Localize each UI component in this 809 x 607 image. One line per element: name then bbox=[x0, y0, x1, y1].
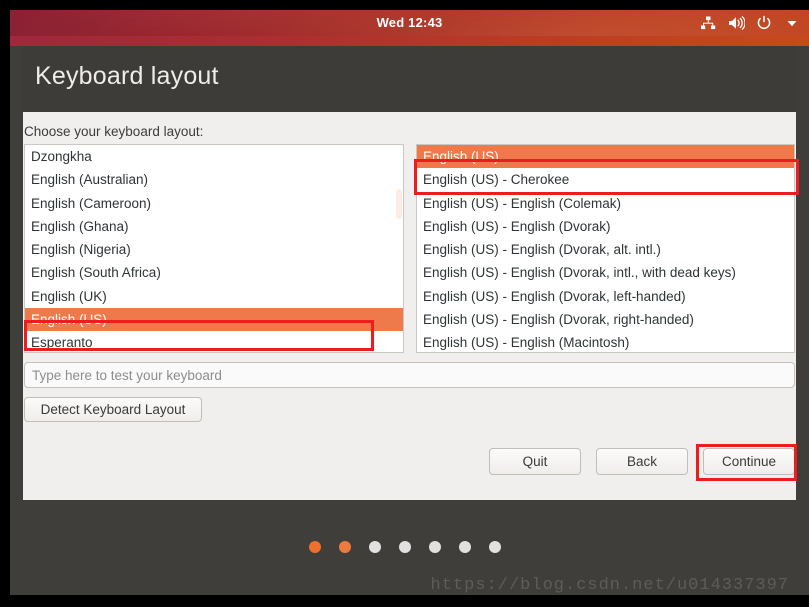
watermark: https://blog.csdn.net/u014337397 bbox=[430, 576, 789, 595]
keyboard-language-item[interactable]: Esperanto bbox=[25, 331, 403, 352]
chevron-down-icon[interactable] bbox=[783, 10, 801, 36]
keyboard-variant-list[interactable]: English (US) English (US) - Cherokee Engli… bbox=[416, 144, 795, 353]
choose-layout-label: Choose your keyboard layout: bbox=[24, 124, 204, 139]
keyboard-language-item[interactable]: English (Nigeria) bbox=[25, 238, 403, 261]
keyboard-language-item[interactable]: English (US) bbox=[25, 308, 403, 332]
keyboard-variant-item[interactable]: English (US) - English (Dvorak, alt. int… bbox=[417, 238, 794, 261]
keyboard-language-item[interactable]: English (Ghana) bbox=[25, 215, 403, 238]
network-icon[interactable] bbox=[699, 10, 717, 36]
keyboard-variant-item[interactable]: English (US) - English (Macintosh) bbox=[417, 331, 794, 352]
continue-button[interactable]: Continue bbox=[703, 448, 795, 475]
panel-indicators bbox=[699, 10, 801, 36]
progress-dot bbox=[458, 541, 471, 553]
keyboard-language-item[interactable]: English (South Africa) bbox=[25, 261, 403, 284]
progress-dot bbox=[338, 541, 351, 553]
top-panel-lower-strip bbox=[10, 36, 809, 46]
progress-dot bbox=[368, 541, 381, 553]
keyboard-variant-item[interactable]: English (US) - English (Dvorak, intl., w… bbox=[417, 261, 794, 284]
panel-clock[interactable]: Wed 12:43 bbox=[10, 10, 809, 36]
keyboard-variant-item[interactable]: English (US) - English (Dvorak, right-ha… bbox=[417, 308, 794, 331]
keyboard-language-item[interactable]: English (Australian) bbox=[25, 168, 403, 191]
window-body: Choose your keyboard layout: Dzongkha Eng… bbox=[23, 112, 796, 500]
layout-lists: Dzongkha English (Australian) English (Cam… bbox=[24, 144, 795, 353]
keyboard-language-list[interactable]: Dzongkha English (Australian) English (Cam… bbox=[24, 144, 404, 353]
keyboard-language-item[interactable]: English (Cameroon) bbox=[25, 192, 403, 215]
back-button[interactable]: Back bbox=[596, 448, 688, 475]
keyboard-variant-item[interactable]: English (US) - English (Dvorak, left-han… bbox=[417, 285, 794, 308]
keyboard-test-input[interactable] bbox=[24, 362, 795, 388]
keyboard-variant-item[interactable]: English (US) - English (Dvorak) bbox=[417, 215, 794, 238]
power-icon[interactable] bbox=[755, 10, 773, 36]
keyboard-language-item[interactable]: English (UK) bbox=[25, 285, 403, 308]
progress-dot bbox=[308, 541, 321, 553]
progress-dot bbox=[428, 541, 441, 553]
screenshot-root: Wed 12:43 Keyboard layout Choose your ke… bbox=[0, 0, 809, 607]
volume-icon[interactable] bbox=[727, 10, 745, 36]
top-panel: Wed 12:43 bbox=[10, 10, 809, 36]
left-list-scrollbar[interactable] bbox=[396, 189, 402, 219]
progress-dots bbox=[0, 541, 809, 553]
page-title: Keyboard layout bbox=[35, 62, 219, 90]
keyboard-variant-list-scroll[interactable]: English (US) English (US) - Cherokee Engli… bbox=[417, 145, 794, 352]
detect-keyboard-layout-button[interactable]: Detect Keyboard Layout bbox=[24, 397, 202, 422]
progress-dot bbox=[398, 541, 411, 553]
navigation-buttons: Quit Back Continue bbox=[489, 448, 795, 475]
keyboard-language-item[interactable]: Dzongkha bbox=[25, 145, 403, 168]
keyboard-variant-item[interactable]: English (US) - English (Colemak) bbox=[417, 192, 794, 215]
keyboard-variant-item[interactable]: English (US) - Cherokee bbox=[417, 168, 794, 191]
progress-dot bbox=[488, 541, 501, 553]
keyboard-language-list-scroll[interactable]: Dzongkha English (Australian) English (Cam… bbox=[25, 145, 403, 352]
window-header: Keyboard layout bbox=[23, 46, 796, 112]
installer-window: Keyboard layout Choose your keyboard lay… bbox=[23, 46, 796, 500]
quit-button[interactable]: Quit bbox=[489, 448, 581, 475]
bottom-black-bar bbox=[0, 595, 809, 607]
keyboard-variant-item[interactable]: English (US) bbox=[417, 145, 794, 169]
